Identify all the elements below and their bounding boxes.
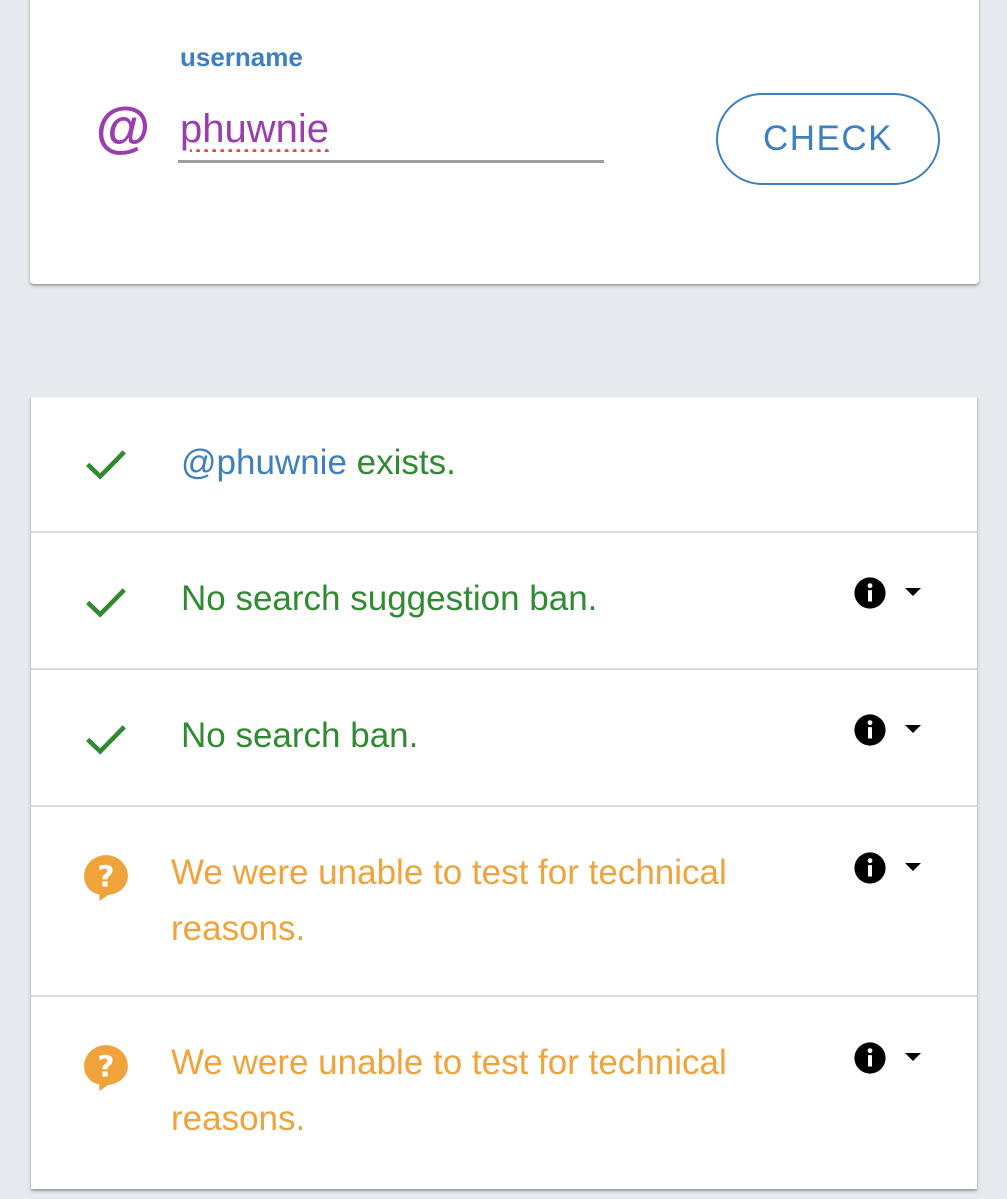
result-row-search-suggestion-ban: No search suggestion ban.: [31, 533, 977, 670]
username-label: username: [180, 42, 303, 72]
info-icon[interactable]: [853, 576, 887, 610]
details-toggle[interactable]: [853, 576, 929, 612]
caret-down-icon[interactable]: [905, 588, 921, 597]
result-row-unknown: ? We were unable to test for technical r…: [31, 997, 977, 1189]
svg-text:?: ?: [98, 860, 115, 894]
caret-down-icon[interactable]: [905, 863, 921, 872]
at-sign-icon: @: [94, 96, 150, 159]
result-row-search-ban: No search ban.: [31, 670, 977, 807]
check-icon: [86, 588, 126, 618]
info-icon[interactable]: [853, 851, 887, 885]
check-button[interactable]: CHECK: [716, 93, 940, 185]
result-row-unknown: ? We were unable to test for technical r…: [31, 807, 977, 997]
username-handle[interactable]: @phuwnie: [181, 443, 347, 482]
result-text: No search ban.: [181, 716, 419, 755]
details-toggle[interactable]: [853, 713, 929, 749]
info-icon[interactable]: [853, 1041, 887, 1075]
result-text: We were unable to test for technical rea…: [171, 1043, 727, 1138]
svg-text:?: ?: [98, 1050, 115, 1084]
username-input[interactable]: [178, 98, 604, 163]
caret-down-icon[interactable]: [905, 725, 921, 734]
username-check-card: username @ CHECK: [30, 0, 979, 284]
result-text: No search suggestion ban.: [181, 579, 598, 618]
question-bubble-icon: ?: [84, 1045, 128, 1091]
result-text: @phuwnie exists.: [181, 443, 456, 482]
result-text: We were unable to test for technical rea…: [171, 853, 727, 948]
caret-down-icon[interactable]: [905, 1053, 921, 1062]
question-bubble-icon: ?: [84, 855, 128, 901]
result-row-exists: @phuwnie exists.: [31, 397, 977, 533]
info-icon[interactable]: [853, 713, 887, 747]
check-icon: [86, 725, 126, 755]
details-toggle[interactable]: [853, 1041, 929, 1077]
results-card: @phuwnie exists. No search suggestion ba…: [31, 397, 977, 1189]
check-icon: [86, 450, 126, 480]
details-toggle[interactable]: [853, 851, 929, 887]
